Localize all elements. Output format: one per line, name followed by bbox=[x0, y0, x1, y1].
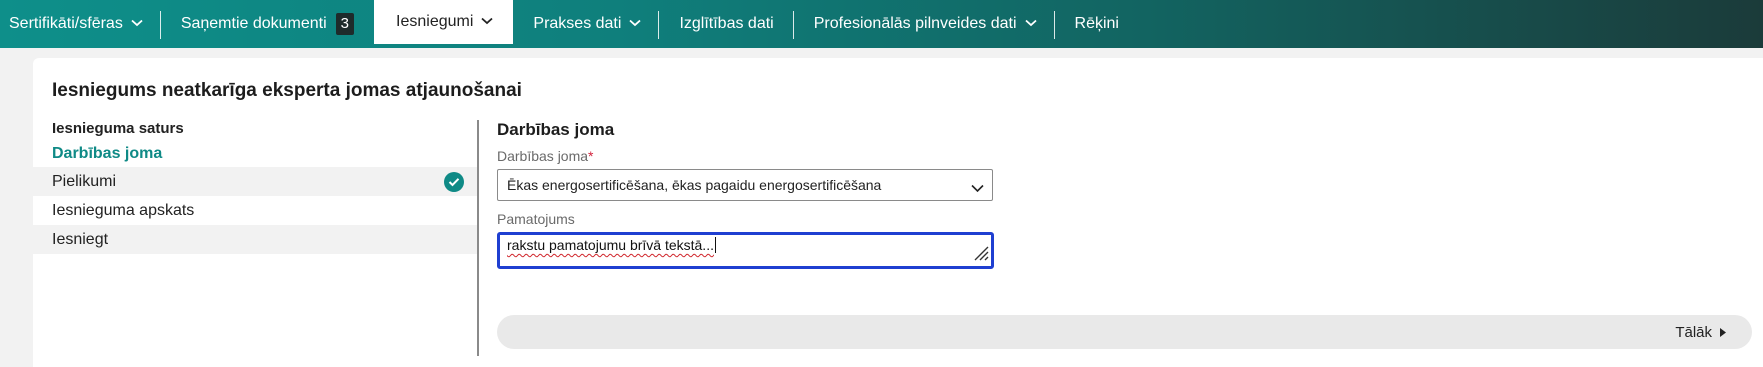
next-button[interactable]: Tālāk bbox=[1675, 315, 1726, 349]
caret-right-icon bbox=[1720, 324, 1726, 341]
step-label: Iesnieguma apskats bbox=[52, 202, 195, 219]
nav-item-label: Izglītības dati bbox=[679, 15, 774, 32]
nav-item-applications[interactable]: Iesniegumi bbox=[374, 0, 514, 44]
chevron-down-icon bbox=[131, 19, 143, 29]
nav-item-label: Rēķini bbox=[1074, 15, 1119, 32]
step-label: Darbības joma bbox=[52, 145, 163, 162]
step-sidebar: Iesnieguma saturs Darbības joma Pielikum… bbox=[33, 118, 477, 254]
page-title: Iesniegums neatkarīga eksperta jomas atj… bbox=[52, 80, 522, 101]
application-card: Iesniegums neatkarīga eksperta jomas atj… bbox=[33, 58, 1763, 367]
count-badge: 3 bbox=[335, 13, 355, 35]
field-label: Darbības joma* bbox=[497, 148, 1747, 164]
justification-textarea[interactable]: rakstu pamatojumu brīvā tekstā... bbox=[497, 232, 994, 269]
step-label: Iesniegt bbox=[52, 231, 109, 248]
step-label: Pielikumi bbox=[52, 173, 117, 190]
nav-item-invoices[interactable]: Rēķini bbox=[1055, 0, 1139, 48]
section-title: Darbības joma bbox=[497, 120, 615, 139]
justification-label: Pamatojums bbox=[497, 211, 575, 227]
sidebar-title: Iesnieguma saturs bbox=[52, 120, 184, 137]
footer-bar: Tālāk bbox=[497, 315, 1752, 349]
text-caret bbox=[714, 237, 716, 253]
required-marker: * bbox=[588, 148, 594, 164]
column-divider bbox=[477, 120, 479, 356]
form-section: Darbības joma Darbības joma* Ēkas energo… bbox=[497, 120, 1747, 269]
nav-item-received-documents[interactable]: Saņemtie dokumenti 3 bbox=[161, 0, 374, 48]
nav-item-label: Sertifikāti/sfēras bbox=[9, 15, 123, 32]
resize-handle-icon[interactable] bbox=[971, 243, 989, 264]
chevron-down-icon bbox=[481, 17, 493, 27]
activity-area-select[interactable]: Ēkas energosertificēšana, ēkas pagaidu e… bbox=[497, 169, 993, 201]
step-submit[interactable]: Iesniegt bbox=[33, 225, 477, 254]
nav-item-education-data[interactable]: Izglītības dati bbox=[659, 0, 795, 48]
nav-item-label: Saņemtie dokumenti bbox=[180, 15, 327, 32]
step-application-review[interactable]: Iesnieguma apskats bbox=[33, 196, 477, 225]
top-navigation: Sertifikāti/sfēras Saņemtie dokumenti 3 … bbox=[0, 0, 1763, 48]
nav-item-label: Profesionālās pilnveides dati bbox=[813, 15, 1017, 32]
step-activity-area[interactable]: Darbības joma bbox=[33, 140, 477, 167]
check-circle-icon bbox=[444, 172, 464, 192]
select-value: Ēkas energosertificēšana, ēkas pagaidu e… bbox=[507, 177, 882, 193]
nav-item-label: Iesniegumi bbox=[396, 13, 474, 30]
step-attachments[interactable]: Pielikumi bbox=[33, 167, 477, 196]
chevron-down-icon bbox=[1024, 19, 1037, 29]
chevron-down-icon bbox=[971, 180, 984, 196]
nav-item-label: Prakses dati bbox=[533, 15, 622, 32]
nav-item-practice-data[interactable]: Prakses dati bbox=[513, 0, 660, 48]
nav-item-professional-development[interactable]: Profesionālās pilnveides dati bbox=[794, 0, 1055, 48]
nav-item-certificates[interactable]: Sertifikāti/sfēras bbox=[0, 0, 161, 48]
next-button-label: Tālāk bbox=[1675, 323, 1712, 341]
activity-area-label: Darbības joma bbox=[497, 148, 589, 164]
textarea-value: rakstu pamatojumu brīvā tekstā... bbox=[507, 237, 714, 253]
chevron-down-icon bbox=[629, 19, 642, 29]
